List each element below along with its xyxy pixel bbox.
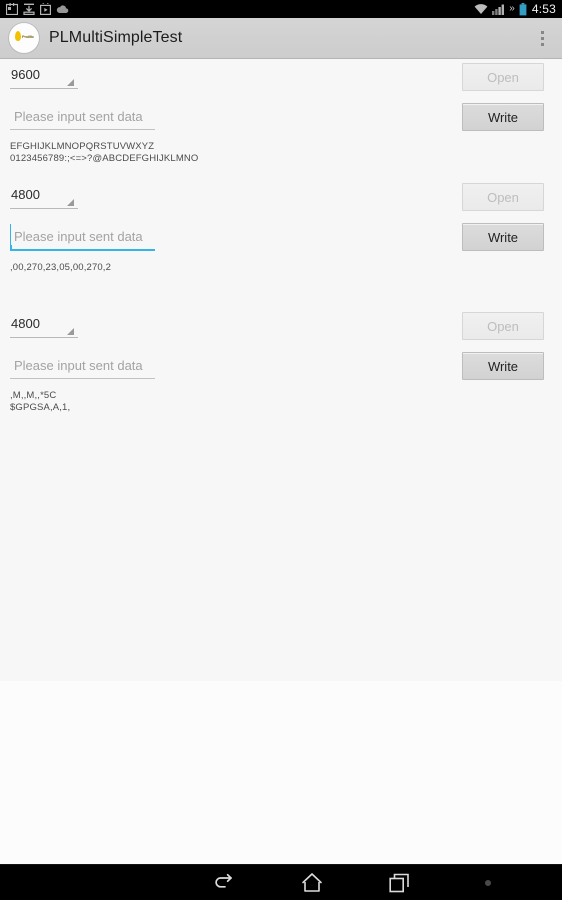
calendar-icon: [6, 3, 18, 15]
empty-area: [0, 681, 562, 865]
app-title: PLMultiSimpleTest: [49, 29, 183, 46]
status-bar-clock: 4:53: [531, 2, 556, 16]
write-button[interactable]: Write: [462, 223, 544, 251]
action-bar: Prolific PLMultiSimpleTest: [0, 18, 562, 59]
open-button[interactable]: Open: [462, 183, 544, 211]
send-data-placeholder: Please input sent data: [14, 228, 143, 244]
android-screen: » 4:53 Prolific PLMultiSimpleTest 9600 P…: [0, 0, 562, 900]
send-data-placeholder: Please input sent data: [14, 357, 143, 373]
port-controls: 4800 Please input sent data ,M,,M,,*5C $…: [10, 310, 462, 413]
write-button[interactable]: Write: [462, 103, 544, 131]
chevron-down-icon: [67, 199, 74, 206]
port-log-output: EFGHIJKLMNOPQRSTUVWXYZ 0123456789:;<=>?@…: [10, 141, 199, 164]
baud-rate-spinner[interactable]: 4800: [10, 181, 78, 209]
send-data-input[interactable]: Please input sent data: [10, 223, 155, 251]
baud-rate-spinner[interactable]: 9600: [10, 61, 78, 89]
play-store-icon: [40, 3, 51, 15]
app-logo-flame-shape: [15, 31, 21, 41]
port-actions: Open Write: [462, 61, 552, 131]
signal-icon: [492, 4, 505, 15]
app-logo-brand-text: Prolific: [22, 34, 34, 39]
port-list: 9600 Please input sent data EFGHIJKLMNOP…: [0, 59, 562, 681]
port-log-output: ,M,,M,,*5C $GPGSA,A,1,: [10, 390, 71, 413]
port-actions: Open Write: [462, 310, 552, 380]
port-panel: 4800 Please input sent data ,M,,M,,*5C $…: [0, 285, 562, 413]
send-data-input[interactable]: Please input sent data: [10, 352, 155, 379]
more-icons-chevron: »: [509, 3, 515, 14]
port-controls: 9600 Please input sent data EFGHIJKLMNOP…: [10, 61, 462, 164]
status-bar-system-icons: » 4:53: [474, 0, 556, 18]
status-bar-notification-icons: [6, 3, 69, 15]
status-bar: » 4:53: [0, 0, 562, 18]
port-panel: 9600 Please input sent data EFGHIJKLMNOP…: [0, 59, 562, 164]
port-panel: 4800 Please input sent data ,00,270,23,0…: [0, 164, 562, 285]
baud-rate-value: 4800: [11, 316, 40, 331]
overflow-dot-2: [540, 36, 544, 40]
recent-apps-icon[interactable]: [356, 865, 444, 900]
port-controls: 4800 Please input sent data ,00,270,23,0…: [10, 181, 462, 285]
menu-dot-icon[interactable]: [444, 865, 532, 900]
navigation-bar: [0, 864, 562, 900]
open-button[interactable]: Open: [462, 63, 544, 91]
battery-icon: [519, 2, 527, 15]
app-logo-icon: Prolific: [9, 23, 39, 53]
baud-rate-value: 4800: [11, 187, 40, 202]
chevron-down-icon: [67, 79, 74, 86]
port-log-output: ,00,270,23,05,00,270,2: [10, 262, 112, 273]
home-icon[interactable]: [268, 865, 356, 900]
chevron-down-icon: [67, 328, 74, 335]
back-icon[interactable]: [180, 865, 268, 900]
overflow-menu-icon[interactable]: [522, 18, 562, 58]
overflow-dot-3: [540, 42, 544, 46]
overflow-dot-1: [540, 30, 544, 34]
open-button[interactable]: Open: [462, 312, 544, 340]
download-icon: [23, 3, 35, 15]
wifi-icon: [474, 3, 488, 14]
baud-rate-spinner[interactable]: 4800: [10, 310, 78, 338]
send-data-input[interactable]: Please input sent data: [10, 103, 155, 130]
baud-rate-value: 9600: [11, 67, 40, 82]
port-actions: Open Write: [462, 181, 552, 251]
cloud-icon: [56, 5, 69, 14]
send-data-placeholder: Please input sent data: [14, 108, 143, 124]
write-button[interactable]: Write: [462, 352, 544, 380]
